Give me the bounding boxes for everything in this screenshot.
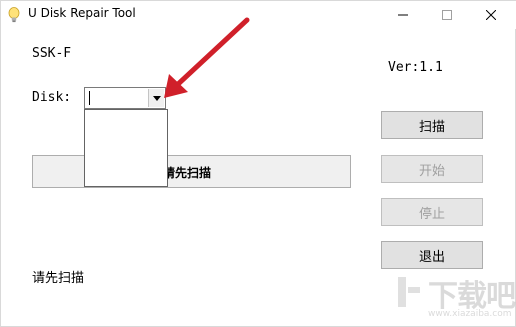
red-arrow-icon	[164, 17, 250, 98]
title-bar[interactable]: U Disk Repair Tool	[1, 1, 516, 29]
dropdown-button[interactable]	[148, 89, 164, 107]
watermark-logo: 下载吧 www.xiazaiba.com	[394, 269, 516, 327]
watermark-emblem-icon	[398, 277, 420, 307]
text-cursor	[89, 91, 90, 105]
stop-button[interactable]: 停止	[381, 198, 483, 226]
disk-select[interactable]	[84, 87, 166, 109]
bottom-status-text: 请先扫描	[32, 271, 85, 286]
model-label: SSK-F	[32, 46, 72, 61]
watermark-url: www.xiazaiba.com	[428, 309, 512, 319]
app-window: U Disk Repair Tool SSK-F Ver:1.1 Disk: 请…	[0, 0, 516, 327]
maximize-icon	[442, 10, 452, 20]
close-button[interactable]	[469, 1, 513, 29]
scan-button[interactable]: 扫描	[381, 111, 483, 139]
minimize-icon	[398, 14, 408, 16]
lightbulb-icon	[8, 7, 20, 23]
disk-label: Disk:	[32, 90, 72, 105]
version-label: Ver:1.1	[388, 60, 443, 75]
window-title: U Disk Repair Tool	[28, 6, 136, 20]
chevron-down-icon	[152, 95, 161, 101]
close-icon	[486, 10, 496, 20]
status-panel-text: 请先扫描	[163, 166, 212, 180]
maximize-button[interactable]	[425, 1, 469, 29]
disk-dropdown-list[interactable]	[84, 109, 168, 187]
minimize-button[interactable]	[381, 1, 425, 29]
start-button[interactable]: 开始	[381, 155, 483, 183]
exit-button[interactable]: 退出	[381, 241, 483, 269]
